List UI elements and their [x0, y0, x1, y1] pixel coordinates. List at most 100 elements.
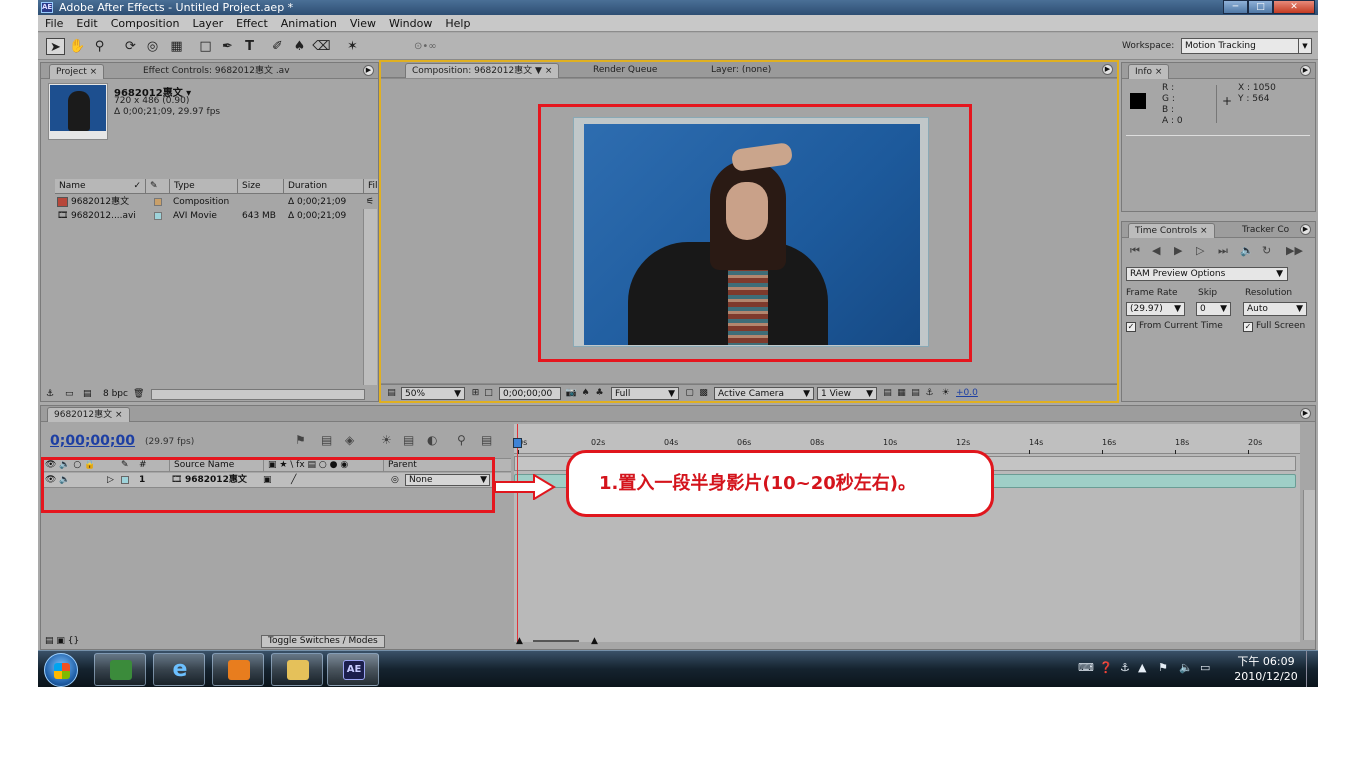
pixel-aspect-icon[interactable]: ▤: [881, 387, 894, 400]
hand-tool-icon[interactable]: ✋: [68, 38, 87, 55]
puppet-pin-tool-icon[interactable]: ✶: [343, 38, 362, 55]
windows-live-icon[interactable]: [94, 653, 146, 686]
current-time-indicator[interactable]: [513, 424, 522, 642]
keyboard-tray-icon[interactable]: ⌨: [1078, 661, 1094, 674]
panel-menu-icon[interactable]: ▶: [363, 65, 374, 76]
project-row-composition[interactable]: 9682012惠文 Composition Δ 0;00;21;09 ⚟: [55, 195, 379, 209]
resolution-dropdown[interactable]: Full ▼: [611, 387, 679, 400]
tab-time-controls[interactable]: Time Controls ×: [1128, 223, 1215, 238]
new-composition-icon[interactable]: ▤: [83, 386, 92, 402]
frame-blending-icon[interactable]: ▤: [403, 433, 414, 447]
orbit-camera-tool-icon[interactable]: ◎: [143, 38, 162, 55]
trash-icon[interactable]: 🗑: [133, 386, 144, 402]
eraser-tool-icon[interactable]: ⌫: [312, 38, 331, 55]
rectangle-mask-tool-icon[interactable]: □: [196, 38, 215, 55]
tab-info[interactable]: Info ×: [1128, 64, 1170, 79]
rotation-tool-icon[interactable]: ⟳: [121, 38, 140, 55]
live-update-icon[interactable]: ▤: [321, 433, 332, 447]
zoom-out-icon[interactable]: ▲: [516, 634, 523, 648]
explorer-folder-icon[interactable]: [271, 653, 323, 686]
comp-mini-flowchart-icon[interactable]: ⚑: [295, 433, 306, 447]
motion-blur-icon[interactable]: ◐: [427, 433, 437, 447]
tab-composition[interactable]: Composition: 9682012惠文 ▼ ×: [405, 63, 560, 78]
pan-behind-tool-icon[interactable]: ▦: [167, 38, 186, 55]
resolution-dropdown-tc[interactable]: Auto ▼: [1243, 302, 1307, 316]
project-hscrollbar[interactable]: [151, 389, 365, 400]
mask-visibility-icon[interactable]: □: [482, 387, 495, 400]
next-frame-icon[interactable]: ▷: [1196, 244, 1204, 257]
draft-3d-icon[interactable]: ◈: [345, 433, 354, 447]
flag-tray-icon[interactable]: ⚑: [1158, 661, 1168, 674]
system-clock[interactable]: 下午 06:09 2010/12/20: [1231, 654, 1301, 684]
show-hidden-icons[interactable]: ▲: [1138, 661, 1146, 674]
clone-stamp-tool-icon[interactable]: ♠: [290, 38, 309, 55]
menu-file[interactable]: File: [45, 17, 63, 30]
axis-mode-icon[interactable]: ⊙•∞: [414, 38, 437, 55]
full-screen-checkbox[interactable]: ✓: [1243, 322, 1253, 332]
menu-animation[interactable]: Animation: [281, 17, 337, 30]
ram-preview-options-dropdown[interactable]: RAM Preview Options ▼: [1126, 267, 1288, 281]
region-of-interest-icon[interactable]: ▢: [683, 387, 696, 400]
frame-rate-dropdown[interactable]: (29.97) ▼: [1126, 302, 1185, 316]
transparency-grid-icon[interactable]: ▩: [697, 387, 710, 400]
footer-toggle-icons[interactable]: ▤ ▣ {}: [45, 634, 79, 648]
timeline-icon[interactable]: ▤: [909, 387, 922, 400]
start-button[interactable]: [44, 653, 78, 687]
menu-edit[interactable]: Edit: [76, 17, 97, 30]
panel-menu-icon[interactable]: ▶: [1300, 408, 1311, 419]
col-name[interactable]: Name ✓: [55, 179, 146, 194]
tab-project[interactable]: Project ×: [49, 64, 105, 79]
snapshot-icon[interactable]: 📷: [565, 387, 578, 400]
tab-tracker[interactable]: Tracker Co: [1236, 223, 1295, 238]
panel-menu-icon[interactable]: ▶: [1300, 65, 1311, 76]
show-desktop-button[interactable]: [1306, 651, 1317, 687]
first-frame-icon[interactable]: ⏮: [1130, 244, 1140, 258]
loop-icon[interactable]: ↻: [1262, 244, 1271, 257]
after-effects-icon[interactable]: AE: [327, 653, 379, 686]
volume-tray-icon[interactable]: 🔈: [1179, 661, 1193, 674]
menu-view[interactable]: View: [350, 17, 376, 30]
skip-dropdown[interactable]: 0 ▼: [1196, 302, 1231, 316]
selection-tool-icon[interactable]: ➤: [46, 38, 65, 55]
minimize-button[interactable]: ─: [1223, 0, 1248, 14]
last-frame-icon[interactable]: ⏭: [1218, 244, 1228, 258]
tab-render-queue[interactable]: Render Queue: [587, 63, 663, 78]
timeline-scrollbar[interactable]: [1303, 490, 1315, 640]
zoom-in-icon[interactable]: ▲: [591, 634, 598, 648]
panel-menu-icon[interactable]: ▶: [1300, 224, 1311, 235]
type-tool-icon[interactable]: T: [240, 38, 259, 55]
toggle-switches-modes-button[interactable]: Toggle Switches / Modes: [261, 635, 385, 648]
hide-shy-layers-icon[interactable]: ☀: [381, 433, 392, 447]
magnification-dropdown[interactable]: 50% ▼: [401, 387, 465, 400]
zoom-tool-icon[interactable]: ⚲: [90, 38, 109, 55]
col-type[interactable]: Type: [170, 179, 238, 194]
menu-composition[interactable]: Composition: [111, 17, 180, 30]
from-current-checkbox[interactable]: ✓: [1126, 322, 1136, 332]
exposure-reset-icon[interactable]: ☀: [939, 387, 952, 400]
display-tray-icon[interactable]: ▭: [1200, 661, 1210, 674]
flowchart-icon[interactable]: ⚓: [923, 387, 936, 400]
camera-dropdown[interactable]: Active Camera ▼: [714, 387, 814, 400]
help-tray-icon[interactable]: ❓: [1099, 661, 1113, 674]
tab-timeline[interactable]: 9682012惠文 ×: [47, 407, 130, 422]
project-scrollbar[interactable]: [363, 209, 377, 385]
current-time-field[interactable]: 0;00;00;00: [499, 387, 561, 400]
project-row-avi[interactable]: 🎞 9682012....avi AVI Movie 643 MB Δ 0;00…: [55, 209, 379, 223]
view-layout-dropdown[interactable]: 1 View ▼: [817, 387, 877, 400]
previous-frame-icon[interactable]: ◀: [1152, 244, 1160, 257]
menu-layer[interactable]: Layer: [192, 17, 223, 30]
audio-icon[interactable]: 🔈: [1240, 244, 1254, 257]
col-duration[interactable]: Duration: [284, 179, 364, 194]
col-file-path[interactable]: Fil: [364, 179, 379, 194]
fast-previews-icon[interactable]: ▦: [895, 387, 908, 400]
channel-icon[interactable]: ♣: [593, 387, 606, 400]
pen-tool-icon[interactable]: ✒: [218, 38, 237, 55]
timeline-current-time[interactable]: 0;00;00;00: [50, 433, 135, 449]
graph-editor-icon[interactable]: ▤: [481, 433, 492, 447]
workspace-dropdown[interactable]: Motion Tracking ▼: [1181, 38, 1312, 54]
internet-explorer-icon[interactable]: e: [153, 653, 205, 686]
title-safe-icon[interactable]: ⊞: [469, 387, 482, 400]
menu-window[interactable]: Window: [389, 17, 432, 30]
always-preview-icon[interactable]: ▤: [385, 387, 398, 400]
zoom-slider[interactable]: [533, 640, 579, 642]
